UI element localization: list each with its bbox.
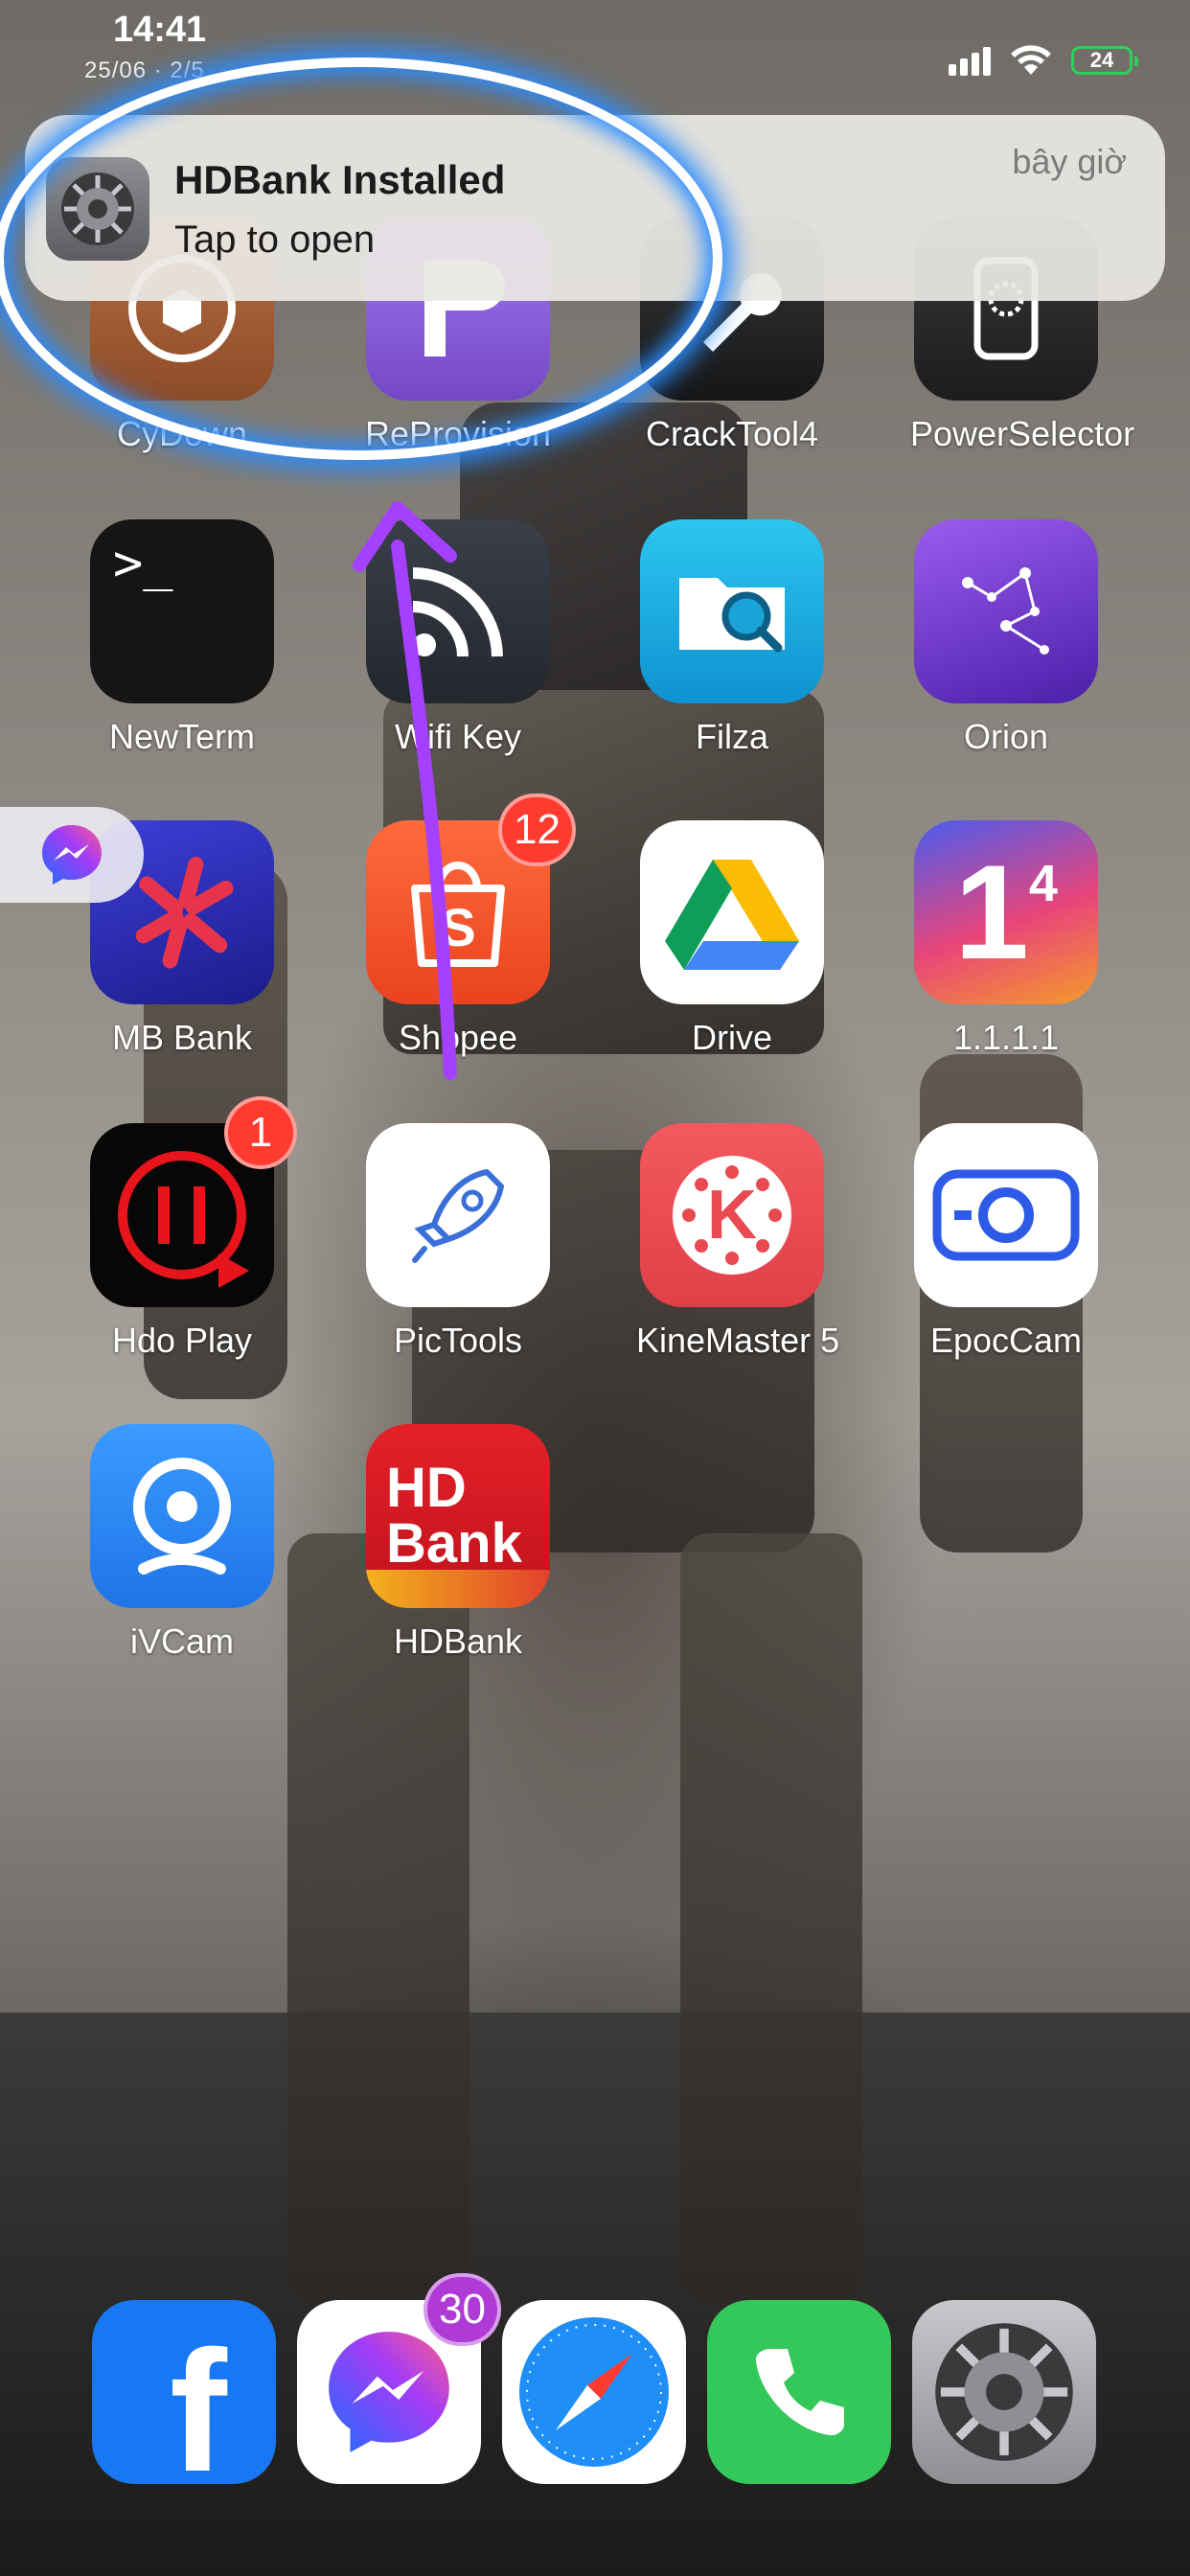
app-label: MB Bank [111, 1018, 253, 1057]
settings-gear-icon [935, 2323, 1073, 2461]
constellation-icon [914, 519, 1098, 703]
rocket-icon [366, 1123, 550, 1307]
app-label: 1.1.1.1 [952, 1018, 1060, 1057]
app-kinemaster[interactable]: K KineMaster 5 [636, 1123, 840, 1361]
app-label: Orion [963, 717, 1049, 756]
app-label: KineMaster 5 [636, 1321, 840, 1360]
app-hdoplay[interactable]: Hdo Play 1 [86, 1096, 297, 1361]
app-epoccam[interactable]: EpocCam [910, 1123, 1102, 1361]
google-drive-icon [640, 820, 824, 1004]
app-newterm[interactable]: >_ NewTerm [86, 519, 278, 757]
status-time: 14:41 [113, 10, 207, 50]
dock-messenger[interactable]: 30 [297, 2273, 501, 2484]
hdbank-logo-icon: HD Bank [366, 1424, 550, 1608]
facebook-icon: f [170, 2314, 227, 2485]
dock-phone[interactable] [707, 2300, 891, 2484]
app-pictools[interactable]: PicTools [362, 1123, 554, 1361]
app-drive[interactable]: Drive [636, 820, 828, 1058]
folder-search-icon [640, 519, 824, 703]
terminal-prompt: >_ [113, 535, 173, 592]
battery-level: 24 [1089, 48, 1114, 72]
app-label: NewTerm [108, 717, 255, 756]
notification-badge: 12 [498, 794, 576, 866]
app-label: CrackTool4 [645, 414, 819, 453]
webcam-icon [914, 1123, 1098, 1307]
wallpaper-robot-leg [680, 1533, 862, 2300]
app-label: Hdo Play [111, 1321, 253, 1360]
app-1111[interactable]: 1 4 1.1.1.1 [910, 820, 1102, 1058]
dock-facebook[interactable]: f [92, 2300, 276, 2484]
messenger-icon [329, 2332, 449, 2452]
cellular-signal-icon [949, 45, 991, 76]
battery-icon: 24 [1071, 46, 1138, 75]
arrow-annotation [353, 501, 457, 1080]
app-label: PowerSelector [910, 414, 1135, 453]
app-label: iVCam [129, 1622, 235, 1661]
hdbank-logo-text: HD Bank [386, 1457, 522, 1575]
app-ivcam[interactable]: iVCam [86, 1424, 278, 1662]
kinemaster-icon: K [640, 1123, 824, 1307]
highlight-ellipse-annotation [0, 58, 722, 460]
safari-compass-icon [519, 2317, 669, 2467]
hdbank-logo-stripe [366, 1570, 550, 1608]
wifi-icon [1011, 45, 1051, 75]
dock-safari[interactable] [502, 2300, 686, 2484]
app-label: EpocCam [929, 1321, 1083, 1360]
status-icons: 24 [949, 44, 1138, 77]
1111-icon: 1 4 [914, 820, 1098, 1004]
app-label: HDBank [393, 1622, 523, 1661]
1111-logo-sup: 4 [1028, 855, 1058, 912]
app-filza[interactable]: Filza [636, 519, 828, 757]
app-label: Filza [695, 717, 768, 756]
messenger-icon [42, 825, 102, 885]
phone-icon [755, 2349, 844, 2436]
app-hdbank[interactable]: HD Bank HDBank [362, 1424, 554, 1662]
wallpaper-floor [0, 2012, 1190, 2576]
notification-badge: 30 [423, 2273, 501, 2346]
app-label: Drive [691, 1018, 772, 1057]
ivcam-icon [90, 1424, 274, 1608]
notification-badge: 1 [224, 1096, 297, 1169]
app-label: PicTools [393, 1321, 523, 1360]
floating-messenger-bubble[interactable] [0, 807, 144, 903]
notification-time: bây giờ [1012, 142, 1127, 181]
app-orion[interactable]: Orion [910, 519, 1102, 757]
dock-settings[interactable] [912, 2300, 1096, 2484]
terminal-icon: >_ [90, 519, 274, 703]
1111-logo: 1 [954, 837, 1029, 987]
kinemaster-letter: K [707, 1177, 757, 1254]
